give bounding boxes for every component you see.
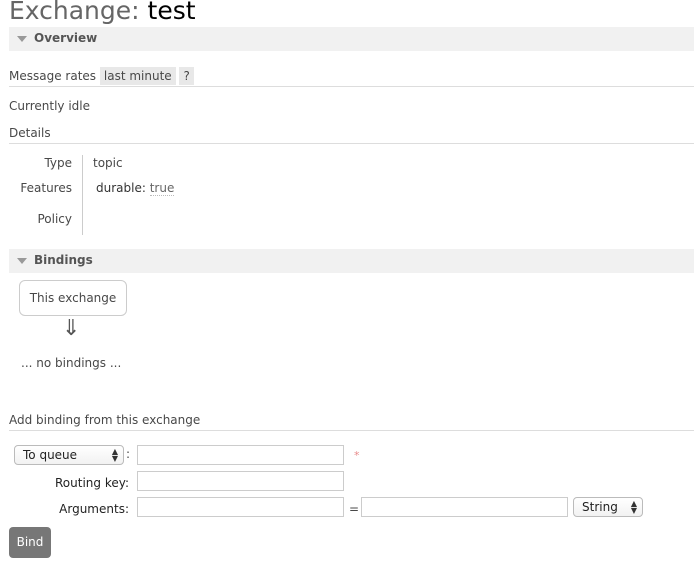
argument-type-select[interactable]: String ▲ ▼: [573, 497, 643, 517]
features-label: Features: [20, 181, 72, 195]
message-rates-row: Message rates last minute ?: [9, 67, 194, 85]
destination-input[interactable]: [137, 445, 344, 465]
type-value: topic: [93, 156, 123, 170]
features-value: durable: true: [96, 181, 175, 196]
destination-type-select[interactable]: To queue ▲ ▼: [14, 445, 124, 465]
policy-label: Policy: [37, 212, 72, 226]
bindings-section-toggle[interactable]: Bindings: [9, 249, 694, 273]
select-arrows-icon: ▲ ▼: [111, 447, 118, 463]
argument-type-value: String: [582, 500, 618, 514]
type-label: Type: [44, 156, 72, 170]
divider: [9, 430, 694, 431]
required-mark: *: [354, 449, 360, 462]
overview-label: Overview: [34, 31, 98, 45]
argument-key-input[interactable]: [137, 497, 344, 517]
rate-range-selector[interactable]: last minute: [99, 67, 176, 85]
divider: [9, 86, 694, 87]
routing-key-input[interactable]: [137, 471, 344, 491]
divider: [9, 143, 694, 144]
no-bindings-text: ... no bindings ...: [21, 356, 122, 370]
down-arrow-icon: ⇓: [62, 316, 81, 341]
arguments-label: Arguments:: [59, 502, 129, 516]
details-heading: Details: [9, 126, 51, 140]
colon: :: [126, 447, 131, 461]
message-rates-label: Message rates: [9, 69, 97, 83]
page-title: Exchange: test: [9, 0, 196, 25]
select-arrows-icon: ▲ ▼: [630, 499, 637, 515]
title-prefix: Exchange:: [9, 0, 140, 25]
add-binding-heading: Add binding from this exchange: [9, 413, 201, 427]
exchange-name: test: [147, 0, 196, 25]
help-button[interactable]: ?: [179, 67, 194, 85]
feature-value: true: [149, 181, 175, 196]
argument-value-input[interactable]: [361, 497, 568, 517]
details-divider: [82, 155, 83, 235]
this-exchange-box: This exchange: [19, 280, 127, 316]
bindings-label: Bindings: [34, 253, 93, 267]
bind-button[interactable]: Bind: [9, 527, 51, 558]
destination-type-value: To queue: [23, 448, 78, 462]
feature-name: durable:: [96, 181, 146, 195]
routing-key-label: Routing key:: [55, 476, 129, 490]
overview-section-toggle[interactable]: Overview: [9, 27, 694, 51]
status-text: Currently idle: [9, 99, 90, 113]
collapse-triangle-icon: [17, 36, 27, 42]
equals-sign: =: [349, 502, 360, 516]
collapse-triangle-icon: [17, 258, 27, 264]
